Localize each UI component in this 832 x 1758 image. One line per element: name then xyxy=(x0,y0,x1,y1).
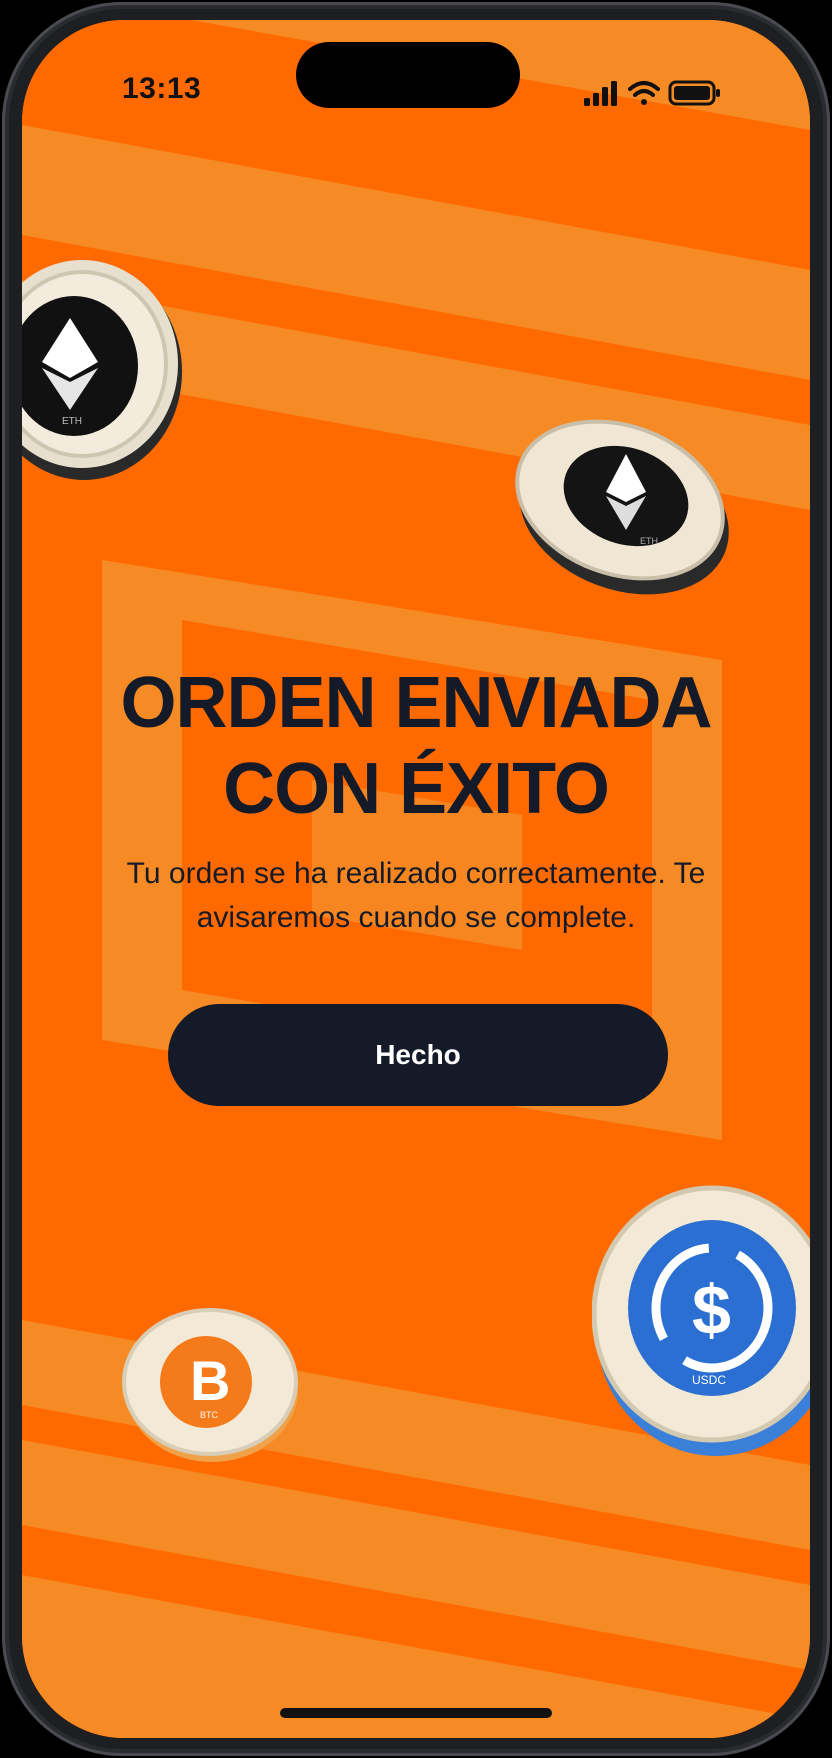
dynamic-island xyxy=(296,42,520,108)
wifi-icon xyxy=(628,81,660,105)
status-icons xyxy=(584,80,720,106)
btc-symbol: B xyxy=(190,1349,230,1412)
app-screen: 13:13 ETH ETH B BTC $ USDC ORDEN ENVIADA… xyxy=(22,20,810,1738)
eth-label: ETH xyxy=(640,536,658,546)
usdc-coin-icon: $ USDC xyxy=(592,1185,810,1456)
btc-coin-icon: B BTC xyxy=(122,1308,298,1462)
done-button[interactable]: Hecho xyxy=(168,1004,668,1106)
home-indicator[interactable] xyxy=(280,1708,552,1718)
title-line-1: ORDEN ENVIADA xyxy=(120,663,712,743)
eth-coin-icon: ETH xyxy=(22,260,182,480)
btc-label: BTC xyxy=(200,1410,219,1420)
page-title: ORDEN ENVIADA CON ÉXITO xyxy=(42,660,790,832)
eth-label: ETH xyxy=(62,416,82,427)
usdc-label: USDC xyxy=(692,1373,726,1387)
eth-coin-icon: ETH xyxy=(515,419,729,595)
subtitle-line-1: Tu orden se ha realizado correctamente. … xyxy=(126,857,706,890)
title-line-2: CON ÉXITO xyxy=(223,749,610,829)
battery-icon xyxy=(668,80,720,106)
page-subtitle: Tu orden se ha realizado correctamente. … xyxy=(62,852,770,940)
subtitle-line-2: avisaremos cuando se complete. xyxy=(196,901,636,934)
status-time: 13:13 xyxy=(122,72,202,105)
cellular-signal-icon xyxy=(584,81,617,106)
usdc-symbol: $ xyxy=(692,1271,731,1349)
